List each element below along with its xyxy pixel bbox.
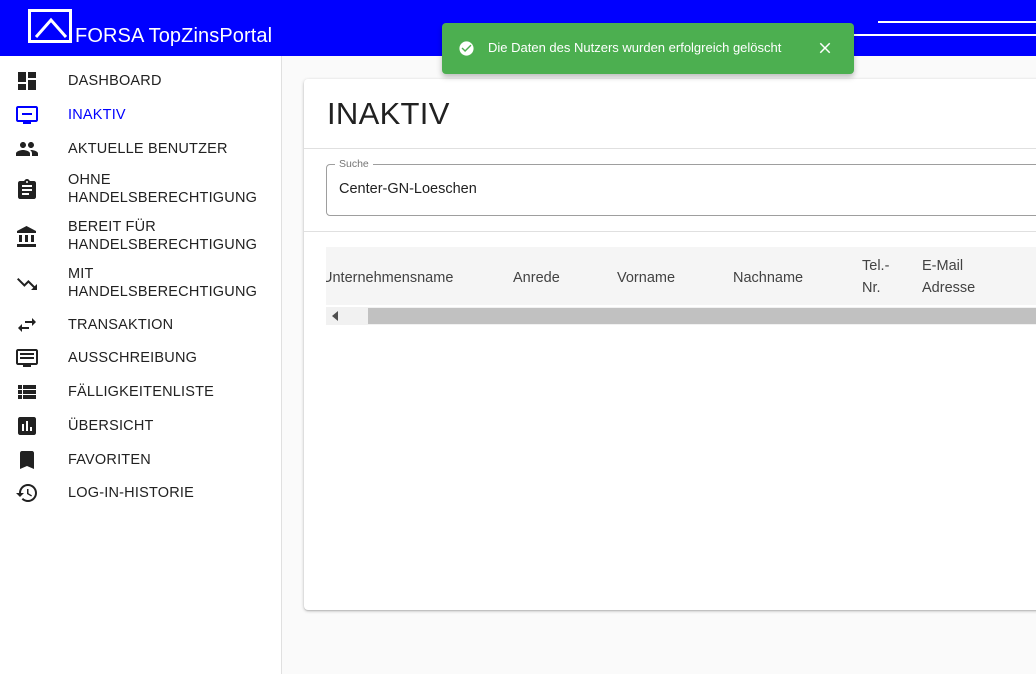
sidebar-item-dashboard[interactable]: DASHBOARD [0, 70, 281, 92]
sidebar-item-label: ÜBERSICHT [68, 418, 154, 434]
horizontal-scrollbar[interactable] [326, 307, 1036, 325]
header-decoration-line [878, 21, 1036, 23]
sidebar-item-label-line2: HANDELSBERECHTIGUNG [68, 284, 258, 300]
table-header: Unternehmensname Anrede Vorname Nachname… [326, 247, 1036, 305]
sidebar-item-inaktiv[interactable]: INAKTIV [0, 104, 281, 126]
column-header-unternehmensname[interactable]: Unternehmensname [326, 267, 453, 289]
house-roof-icon [35, 17, 67, 38]
toast-message: Die Daten des Nutzers wurden erfolgreich… [488, 40, 782, 55]
sidebar-item-label: AUSSCHREIBUNG [68, 350, 198, 366]
close-icon[interactable] [816, 39, 834, 57]
scrollbar-thumb[interactable] [368, 308, 1036, 324]
search-label: Suche [335, 158, 373, 170]
sidebar-item-label: FAVORITEN [68, 452, 151, 468]
history-icon [16, 484, 37, 502]
sidebar-item-log-in-historie[interactable]: LOG-IN-HISTORIE [0, 482, 281, 504]
sidebar-item-label: TRANSAKTION [68, 317, 174, 333]
monitor-icon [16, 106, 38, 124]
app-title: FORSA TopZinsPortal [75, 25, 273, 47]
success-toast: Die Daten des Nutzers wurden erfolgreich… [442, 23, 854, 74]
search-input[interactable] [339, 181, 1029, 197]
bookmark-icon [20, 451, 34, 469]
column-header-label: Unternehmensname [326, 270, 454, 286]
page-title: INAKTIV [327, 96, 450, 131]
dashboard-icon [18, 72, 36, 90]
list-icon [18, 385, 36, 399]
sidebar: DASHBOARD INAKTIV AKTUELLE BENUTZER OHNE… [0, 56, 282, 674]
sidebar-item-label: MIT [68, 266, 94, 282]
swap-icon [18, 318, 36, 332]
column-header-tel-nr[interactable]: Tel.- Nr. [862, 255, 889, 299]
column-header-label-line2: Nr. [862, 280, 881, 296]
column-header-anrede[interactable]: Anrede [513, 267, 560, 289]
column-header-label: Nachname [733, 270, 804, 286]
sidebar-item-label: LOG-IN-HISTORIE [68, 485, 194, 501]
sidebar-item-label: FÄLLIGKEITENLISTE [68, 384, 215, 400]
sidebar-item-label: INAKTIV [68, 107, 126, 123]
header-decoration-line [844, 34, 1036, 36]
sidebar-item-uebersicht[interactable]: ÜBERSICHT [0, 415, 281, 437]
sidebar-item-label: BEREIT FÜR [68, 219, 156, 235]
clipboard-icon [18, 179, 36, 199]
sidebar-item-label: DASHBOARD [68, 73, 162, 89]
divider [304, 148, 1036, 149]
logo[interactable] [28, 9, 72, 43]
check-circle-icon [459, 41, 474, 56]
column-header-label: Vorname [617, 270, 676, 286]
sidebar-item-label: AKTUELLE BENUTZER [68, 141, 228, 157]
scroll-left-arrow-icon[interactable] [332, 311, 338, 321]
sidebar-item-label-line2: HANDELSBERECHTIGUNG [68, 190, 258, 206]
column-header-label: E-Mail [922, 258, 964, 274]
sidebar-item-mit-handelsberechtigung[interactable]: MIT HANDELSBERECHTIGUNG [0, 264, 281, 304]
trending-down-icon [17, 278, 37, 290]
sidebar-item-ausschreibung[interactable]: AUSSCHREIBUNG [0, 347, 281, 369]
bar-chart-icon [18, 417, 36, 435]
column-header-vorname[interactable]: Vorname [617, 267, 675, 289]
search-field[interactable]: Suche [326, 158, 1036, 216]
sidebar-item-faelligkeitenliste[interactable]: FÄLLIGKEITENLISTE [0, 381, 281, 403]
sidebar-item-aktuelle-benutzer[interactable]: AKTUELLE BENUTZER [0, 138, 281, 160]
sidebar-item-bereit-fuer-handelsberechtigung[interactable]: BEREIT FÜR HANDELSBERECHTIGUNG [0, 217, 281, 257]
column-header-label: Anrede [513, 270, 560, 286]
column-header-nachname[interactable]: Nachname [733, 267, 803, 289]
sidebar-item-ohne-handelsberechtigung[interactable]: OHNE HANDELSBERECHTIGUNG [0, 170, 281, 210]
sidebar-item-label: OHNE [68, 172, 111, 188]
bank-icon [17, 226, 36, 247]
column-header-email-adresse[interactable]: E-Mail Adresse [922, 255, 975, 299]
content-card: INAKTIV Suche Unternehmensname Anrede Vo… [304, 79, 1036, 610]
divider [304, 231, 1036, 232]
people-icon [16, 142, 38, 156]
column-header-label: Tel.- [862, 258, 890, 274]
sidebar-item-label-line2: HANDELSBERECHTIGUNG [68, 237, 258, 253]
column-header-label-line2: Adresse [922, 280, 976, 296]
sidebar-item-transaktion[interactable]: TRANSAKTION [0, 314, 281, 336]
sidebar-item-favoriten[interactable]: FAVORITEN [0, 449, 281, 471]
message-box-icon [16, 349, 38, 367]
